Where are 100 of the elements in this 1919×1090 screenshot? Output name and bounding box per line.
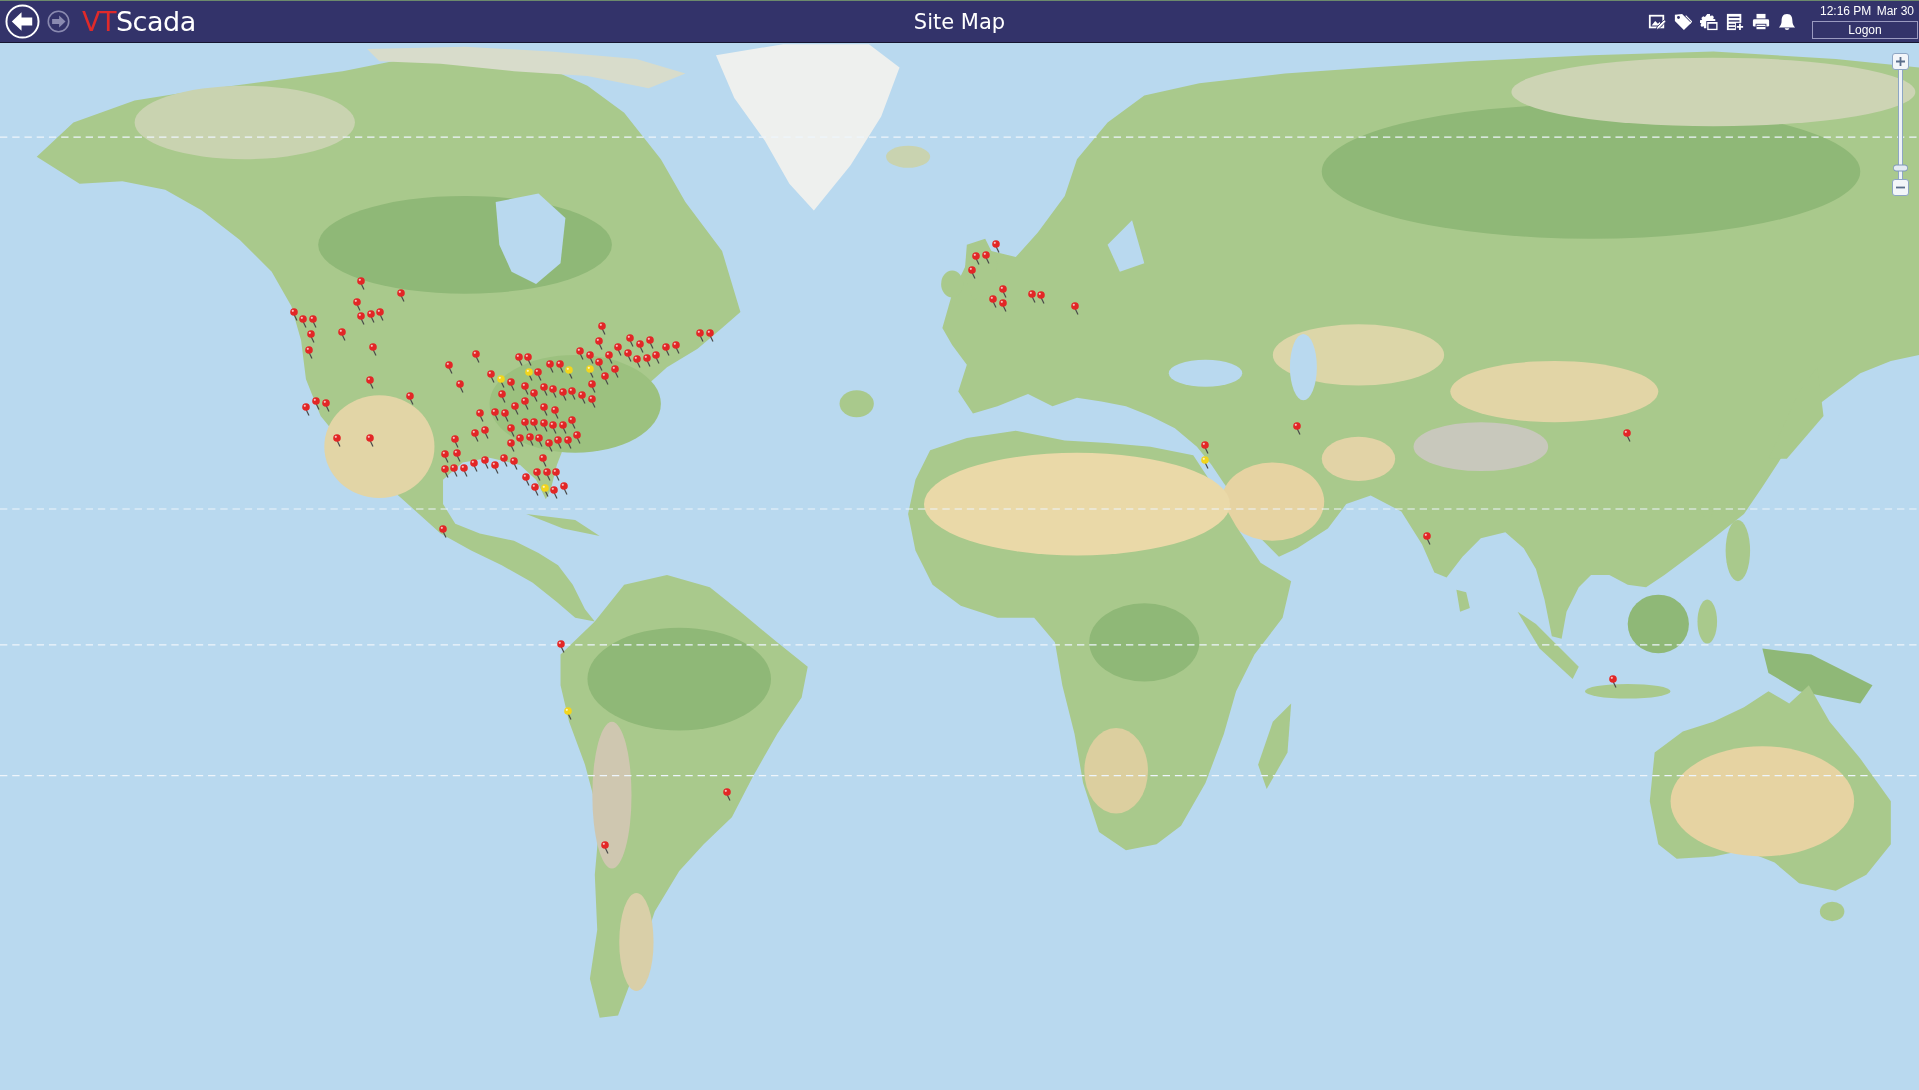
list-plus-icon[interactable] [1726,12,1744,31]
map-pin-icon[interactable] [353,297,362,311]
map-pin-icon[interactable] [558,420,567,434]
map-pin-icon[interactable] [554,435,563,449]
map-pin-icon[interactable] [531,482,540,496]
map-pin-icon[interactable] [1071,302,1079,315]
map-pin-icon[interactable] [530,388,539,402]
map-pin-icon[interactable] [440,464,449,478]
map-pin-icon[interactable] [509,457,518,470]
map-pin-icon[interactable] [1201,455,1209,469]
map-pin-icon[interactable] [539,419,548,433]
map-pin-icon[interactable] [998,299,1007,313]
map-pin-icon[interactable] [490,461,499,474]
zoom-in-button[interactable] [1892,53,1909,70]
map-pin-icon[interactable] [500,409,509,423]
logon-button[interactable]: Logon [1812,21,1918,39]
gear-window-icon[interactable] [1700,12,1718,31]
map-pin-icon[interactable] [696,329,705,342]
map-pin-icon[interactable] [397,289,405,302]
map-pin-icon[interactable] [546,360,555,373]
map-pin-icon[interactable] [506,423,515,437]
map-pin-icon[interactable] [357,277,365,290]
map-pin-icon[interactable] [440,450,449,464]
map-pin-icon[interactable] [480,426,489,439]
map-pin-icon[interactable] [585,350,594,364]
map-pin-icon[interactable] [530,417,539,431]
map-pin-icon[interactable] [968,266,976,280]
map-pin-icon[interactable] [299,314,308,328]
map-pin-icon[interactable] [539,382,548,396]
map-pin-icon[interactable] [472,350,480,363]
map-pin-icon[interactable] [366,310,375,323]
map-pin-icon[interactable] [452,449,461,463]
map-pin-icon[interactable] [338,328,346,341]
printer-icon[interactable] [1752,12,1770,31]
map-pin-icon[interactable] [989,295,998,308]
map-pin-icon[interactable] [623,348,632,362]
map-pin-icon[interactable] [551,405,560,419]
map-pin-icon[interactable] [982,251,990,264]
map-pin-icon[interactable] [311,397,320,410]
map-pin-icon[interactable] [601,372,609,386]
map-pin-icon[interactable] [559,482,568,496]
map-pin-icon[interactable] [520,396,529,410]
map-pin-icon[interactable] [565,366,574,379]
map-pin-icon[interactable] [652,350,661,364]
map-pin-icon[interactable] [671,341,680,354]
map-pin-icon[interactable] [1293,422,1301,435]
map-pin-icon[interactable] [563,435,572,449]
map-pin-icon[interactable] [524,367,533,381]
bell-icon[interactable] [1778,12,1796,31]
map-pin-icon[interactable] [588,380,596,394]
map-pin-icon[interactable] [406,392,414,405]
map-pin-icon[interactable] [1027,290,1036,303]
map-pin-icon[interactable] [705,329,714,342]
map-pin-icon[interactable] [577,391,586,404]
zoom-slider-handle[interactable] [1893,164,1908,172]
zoom-out-button[interactable] [1892,179,1909,196]
map-pin-icon[interactable] [999,284,1008,298]
map-pin-icon[interactable] [564,707,572,720]
map-pin-icon[interactable] [497,390,506,403]
map-pin-icon[interactable] [497,375,506,388]
map-pin-icon[interactable] [521,473,530,486]
map-pin-icon[interactable] [645,336,654,350]
map-pin-icon[interactable] [642,354,651,368]
map-pin-icon[interactable] [991,240,1000,253]
map-pin-icon[interactable] [552,467,561,481]
map-pin-icon[interactable] [511,402,520,415]
map-pin-icon[interactable] [558,388,567,401]
map-pin-icon[interactable] [289,308,298,321]
map-pin-icon[interactable] [451,434,460,448]
map-pin-icon[interactable] [1623,429,1631,442]
tag-icon[interactable] [1674,12,1692,31]
map-pin-icon[interactable] [520,382,529,396]
map-pin-icon[interactable] [525,432,534,446]
map-pin-icon[interactable] [598,322,606,336]
map-pin-icon[interactable] [555,360,564,373]
map-pin-icon[interactable] [614,343,623,356]
map-pin-icon[interactable] [610,365,619,379]
map-pin-icon[interactable] [550,486,559,499]
map-pin-icon[interactable] [500,454,509,467]
map-pin-icon[interactable] [333,434,341,447]
picture-pencil-icon[interactable] [1648,12,1666,31]
map-pin-icon[interactable] [626,334,635,348]
map-pin-icon[interactable] [568,416,577,430]
map-pin-icon[interactable] [539,403,548,417]
map-pin-icon[interactable] [491,408,500,421]
map-pin-icon[interactable] [376,308,385,321]
map-pin-icon[interactable] [456,380,464,393]
map-pin-icon[interactable] [587,394,596,408]
map-pin-icon[interactable] [573,430,582,444]
map-pin-icon[interactable] [439,525,447,538]
map-pin-icon[interactable] [544,439,553,453]
map-pin-icon[interactable] [535,433,544,447]
map-pin-icon[interactable] [308,315,317,329]
map-pin-icon[interactable] [542,468,551,482]
map-pin-icon[interactable] [450,463,459,477]
map-pin-icon[interactable] [601,841,609,854]
map-pin-icon[interactable] [1201,441,1209,455]
map-pin-icon[interactable] [585,365,594,379]
map-pin-icon[interactable] [516,434,525,447]
map-pin-icon[interactable] [366,434,374,447]
